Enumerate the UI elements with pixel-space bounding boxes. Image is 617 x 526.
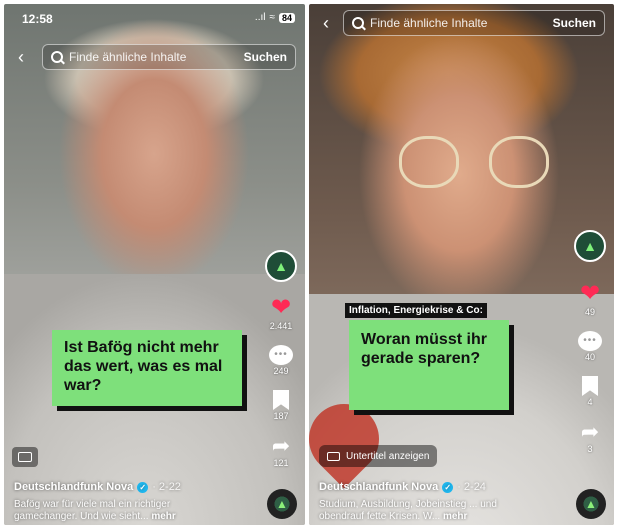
profile-avatar[interactable]: ▲: [265, 250, 297, 282]
subtitles-label: Untertitel anzeigen: [346, 450, 430, 462]
save-count: 187: [273, 411, 289, 421]
save-count: 4: [587, 397, 593, 407]
video-caption: Ist Bafög nicht mehr das wert, was es ma…: [52, 330, 242, 406]
magnifier-icon: [352, 17, 364, 29]
video-meta: Deutschlandfunk Nova ✓ · 2-24 Studium, A…: [319, 481, 539, 523]
speech-bubble-icon[interactable]: •••: [269, 345, 293, 365]
like-count: 49: [584, 307, 595, 317]
video-meta: Deutschlandfunk Nova ✓ · 2-22 Bafög war …: [14, 481, 234, 523]
video-description[interactable]: Studium, Ausbildung, Jobeinstieg ... und…: [319, 499, 539, 523]
heart-icon[interactable]: ❤: [271, 296, 291, 320]
comment-action[interactable]: ••• 249: [269, 345, 293, 376]
status-icons: ..ıl ≈ 84: [255, 12, 295, 23]
wifi-icon: ≈: [269, 12, 275, 23]
search-button[interactable]: Suchen: [553, 16, 596, 30]
back-chevron-icon[interactable]: ‹: [12, 46, 30, 68]
verified-badge-icon: ✓: [442, 481, 454, 493]
save-action[interactable]: 4: [582, 376, 598, 407]
profile-avatar[interactable]: ▲: [574, 230, 606, 262]
share-count: 121: [273, 458, 289, 468]
action-rail: ▲ ❤ 49 ••• 40 4 ➦ 3: [572, 230, 608, 454]
video-frame-glasses: [399, 136, 459, 188]
more-link[interactable]: mehr: [151, 511, 175, 522]
like-count: 2.441: [269, 321, 293, 331]
bookmark-icon[interactable]: [582, 376, 598, 396]
more-link[interactable]: mehr: [443, 511, 467, 522]
video-panel-left[interactable]: 12:58 ..ıl ≈ 84 ‹ Finde ähnliche Inhalte…: [4, 4, 305, 525]
music-disc-icon[interactable]: ▲: [267, 489, 297, 519]
bookmark-icon[interactable]: [273, 390, 289, 410]
search-input[interactable]: Finde ähnliche Inhalte: [69, 50, 238, 64]
like-action[interactable]: ❤ 2.441: [269, 296, 293, 332]
topic-label: Inflation, Energiekrise & Co:: [345, 303, 487, 318]
share-arrow-icon[interactable]: ➦: [581, 421, 599, 443]
comment-action[interactable]: ••• 40: [578, 331, 602, 362]
video-description[interactable]: Bafög war für viele mal ein richtiger ga…: [14, 499, 234, 523]
post-date: · 2-24: [457, 481, 486, 493]
subtitles-button[interactable]: [12, 447, 38, 467]
speech-bubble-icon[interactable]: •••: [578, 331, 602, 351]
share-action[interactable]: ➦ 3: [581, 421, 599, 455]
like-action[interactable]: ❤ 49: [580, 282, 600, 318]
video-caption: Woran müsst ihr gerade sparen?: [349, 320, 509, 410]
author-name[interactable]: Deutschlandfunk Nova: [14, 481, 133, 493]
save-action[interactable]: 187: [273, 390, 289, 421]
back-chevron-icon[interactable]: ‹: [317, 12, 335, 34]
share-count: 3: [587, 444, 593, 454]
closed-caption-icon: [18, 452, 32, 462]
heart-icon[interactable]: ❤: [580, 282, 600, 306]
video-frame-glasses: [489, 136, 549, 188]
status-time: 12:58: [22, 12, 53, 26]
closed-caption-icon: [327, 451, 340, 461]
search-button[interactable]: Suchen: [244, 50, 287, 64]
comment-count: 40: [584, 352, 595, 362]
post-date: · 2-22: [152, 481, 181, 493]
battery-icon: 84: [278, 12, 295, 23]
search-bar[interactable]: Finde ähnliche Inhalte Suchen: [42, 44, 296, 70]
magnifier-icon: [51, 51, 63, 63]
search-input[interactable]: Finde ähnliche Inhalte: [370, 16, 547, 30]
verified-badge-icon: ✓: [137, 481, 149, 493]
comment-count: 249: [273, 366, 289, 376]
share-arrow-icon[interactable]: ➦: [272, 435, 290, 457]
search-bar[interactable]: Finde ähnliche Inhalte Suchen: [343, 10, 605, 36]
music-disc-icon[interactable]: ▲: [576, 489, 606, 519]
share-action[interactable]: ➦ 121: [272, 435, 290, 469]
signal-icon: ..ıl: [254, 12, 266, 23]
action-rail: ▲ ❤ 2.441 ••• 249 187 ➦ 121: [263, 250, 299, 468]
video-panel-right[interactable]: ‹ Finde ähnliche Inhalte Suchen ▲ ❤ 49 •…: [309, 4, 614, 525]
author-name[interactable]: Deutschlandfunk Nova: [319, 481, 438, 493]
subtitles-button[interactable]: Untertitel anzeigen: [319, 445, 438, 467]
